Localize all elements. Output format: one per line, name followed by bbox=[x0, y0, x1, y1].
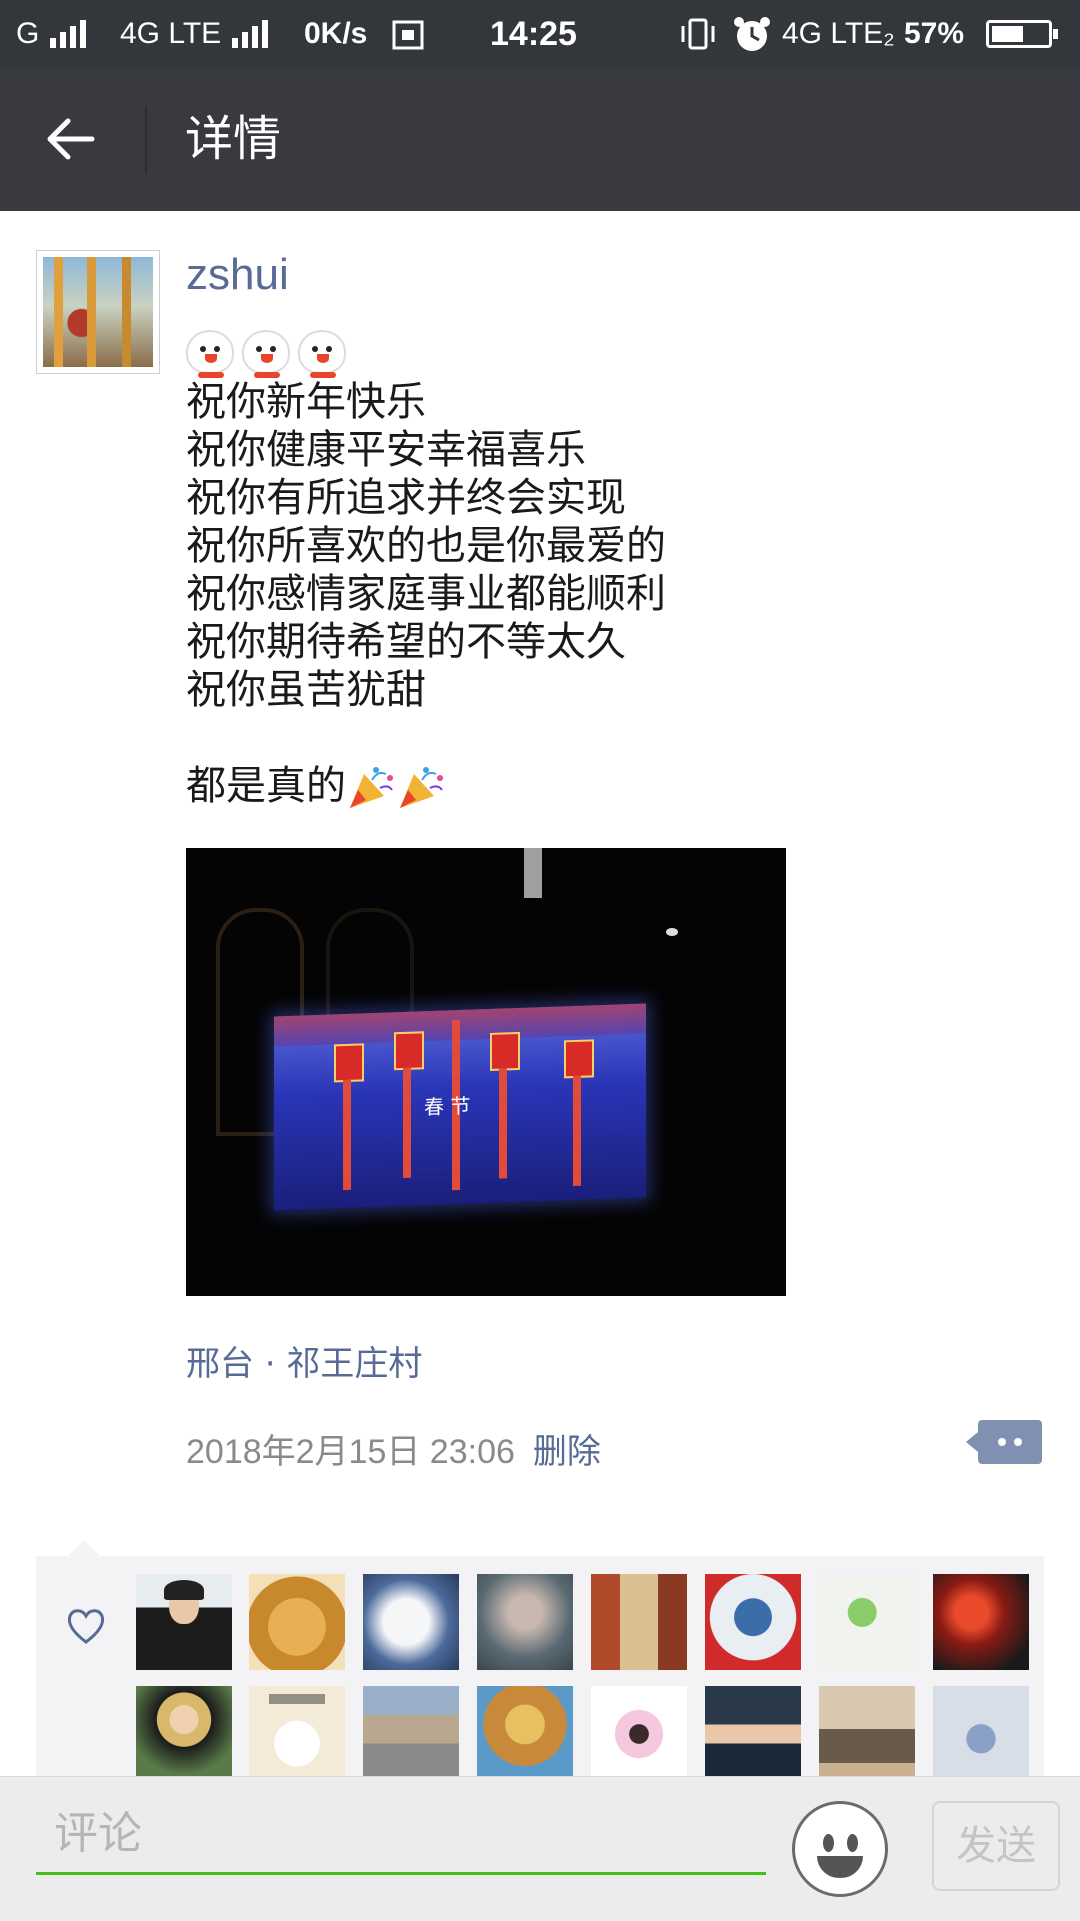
alarm-icon bbox=[732, 0, 772, 68]
comment-input[interactable] bbox=[36, 1795, 766, 1875]
like-avatar[interactable] bbox=[933, 1574, 1029, 1670]
bird-emoji-icon bbox=[298, 330, 346, 378]
delete-button[interactable]: 删除 bbox=[533, 1432, 601, 1472]
like-avatar[interactable] bbox=[363, 1686, 459, 1782]
like-avatar[interactable] bbox=[933, 1686, 1029, 1782]
battery-percent: 57% bbox=[904, 17, 965, 50]
bird-emoji-row bbox=[186, 330, 354, 378]
comment-dots-icon[interactable] bbox=[966, 1420, 1042, 1464]
like-avatar[interactable] bbox=[249, 1686, 345, 1782]
battery-icon bbox=[986, 20, 1058, 48]
smiley-icon[interactable] bbox=[792, 1801, 888, 1897]
like-avatar[interactable] bbox=[591, 1574, 687, 1670]
post-timestamp: 2018年2月15日 23:06 bbox=[186, 1433, 515, 1471]
party-popper-icon bbox=[400, 767, 443, 808]
tv-screen: 春 节 bbox=[274, 1003, 646, 1211]
bird-emoji-icon bbox=[242, 330, 290, 378]
heart-icon bbox=[67, 1609, 105, 1644]
like-avatar[interactable] bbox=[136, 1574, 232, 1670]
like-avatar[interactable] bbox=[249, 1574, 345, 1670]
clock: 14:25 bbox=[490, 15, 577, 53]
send-button[interactable]: 发送 bbox=[932, 1801, 1060, 1891]
back-button[interactable] bbox=[30, 94, 120, 184]
like-avatar[interactable] bbox=[705, 1574, 801, 1670]
post-meta: 2018年2月15日 23:06 删除 bbox=[186, 1424, 601, 1473]
post-last-line: 都是真的 bbox=[186, 763, 346, 809]
back-arrow-icon bbox=[47, 118, 95, 160]
like-avatar[interactable] bbox=[819, 1686, 915, 1782]
tv-sign-text: 春 节 bbox=[424, 1093, 471, 1120]
like-avatar[interactable] bbox=[591, 1686, 687, 1782]
like-avatar[interactable] bbox=[477, 1574, 573, 1670]
like-avatar[interactable] bbox=[705, 1686, 801, 1782]
signal-icon bbox=[44, 0, 92, 68]
network-label: 4G LTE bbox=[120, 17, 222, 50]
likes-panel bbox=[36, 1540, 1044, 1782]
post-text: 祝你新年快乐 祝你健康平安幸福喜乐 祝你有所追求并终会实现 祝你所喜欢的也是你最… bbox=[186, 378, 1026, 810]
post-photo[interactable]: 春 节 bbox=[186, 848, 786, 1296]
like-avatar[interactable] bbox=[477, 1686, 573, 1782]
net-speed: 0K/s bbox=[304, 17, 368, 50]
status-bar: G 4G LTE 0K/s 14:25 4G LTE₂ 57% bbox=[0, 0, 1080, 68]
bird-emoji-icon bbox=[186, 330, 234, 378]
party-popper-icon bbox=[350, 767, 393, 808]
carrier-label: G bbox=[16, 17, 40, 50]
like-avatar[interactable] bbox=[136, 1686, 232, 1782]
page-title: 详情 bbox=[185, 111, 282, 167]
author-avatar[interactable] bbox=[36, 250, 160, 374]
author-name[interactable]: zshui bbox=[186, 250, 289, 300]
like-avatar[interactable] bbox=[363, 1574, 459, 1670]
title-bar: 详情 bbox=[0, 68, 1080, 211]
sim-icon bbox=[390, 0, 426, 68]
title-divider bbox=[145, 106, 147, 174]
comment-bar: 发送 bbox=[0, 1776, 1080, 1921]
post-lines: 祝你新年快乐 祝你健康平安幸福喜乐 祝你有所追求并终会实现 祝你所喜欢的也是你最… bbox=[186, 379, 666, 713]
signal-icon-2 bbox=[226, 0, 274, 68]
like-avatar[interactable] bbox=[819, 1574, 915, 1670]
location-link[interactable]: 邢台 · 祁王庄村 bbox=[186, 1336, 422, 1385]
vibrate-icon bbox=[680, 0, 716, 68]
network-label-2: 4G LTE₂ bbox=[782, 17, 895, 50]
